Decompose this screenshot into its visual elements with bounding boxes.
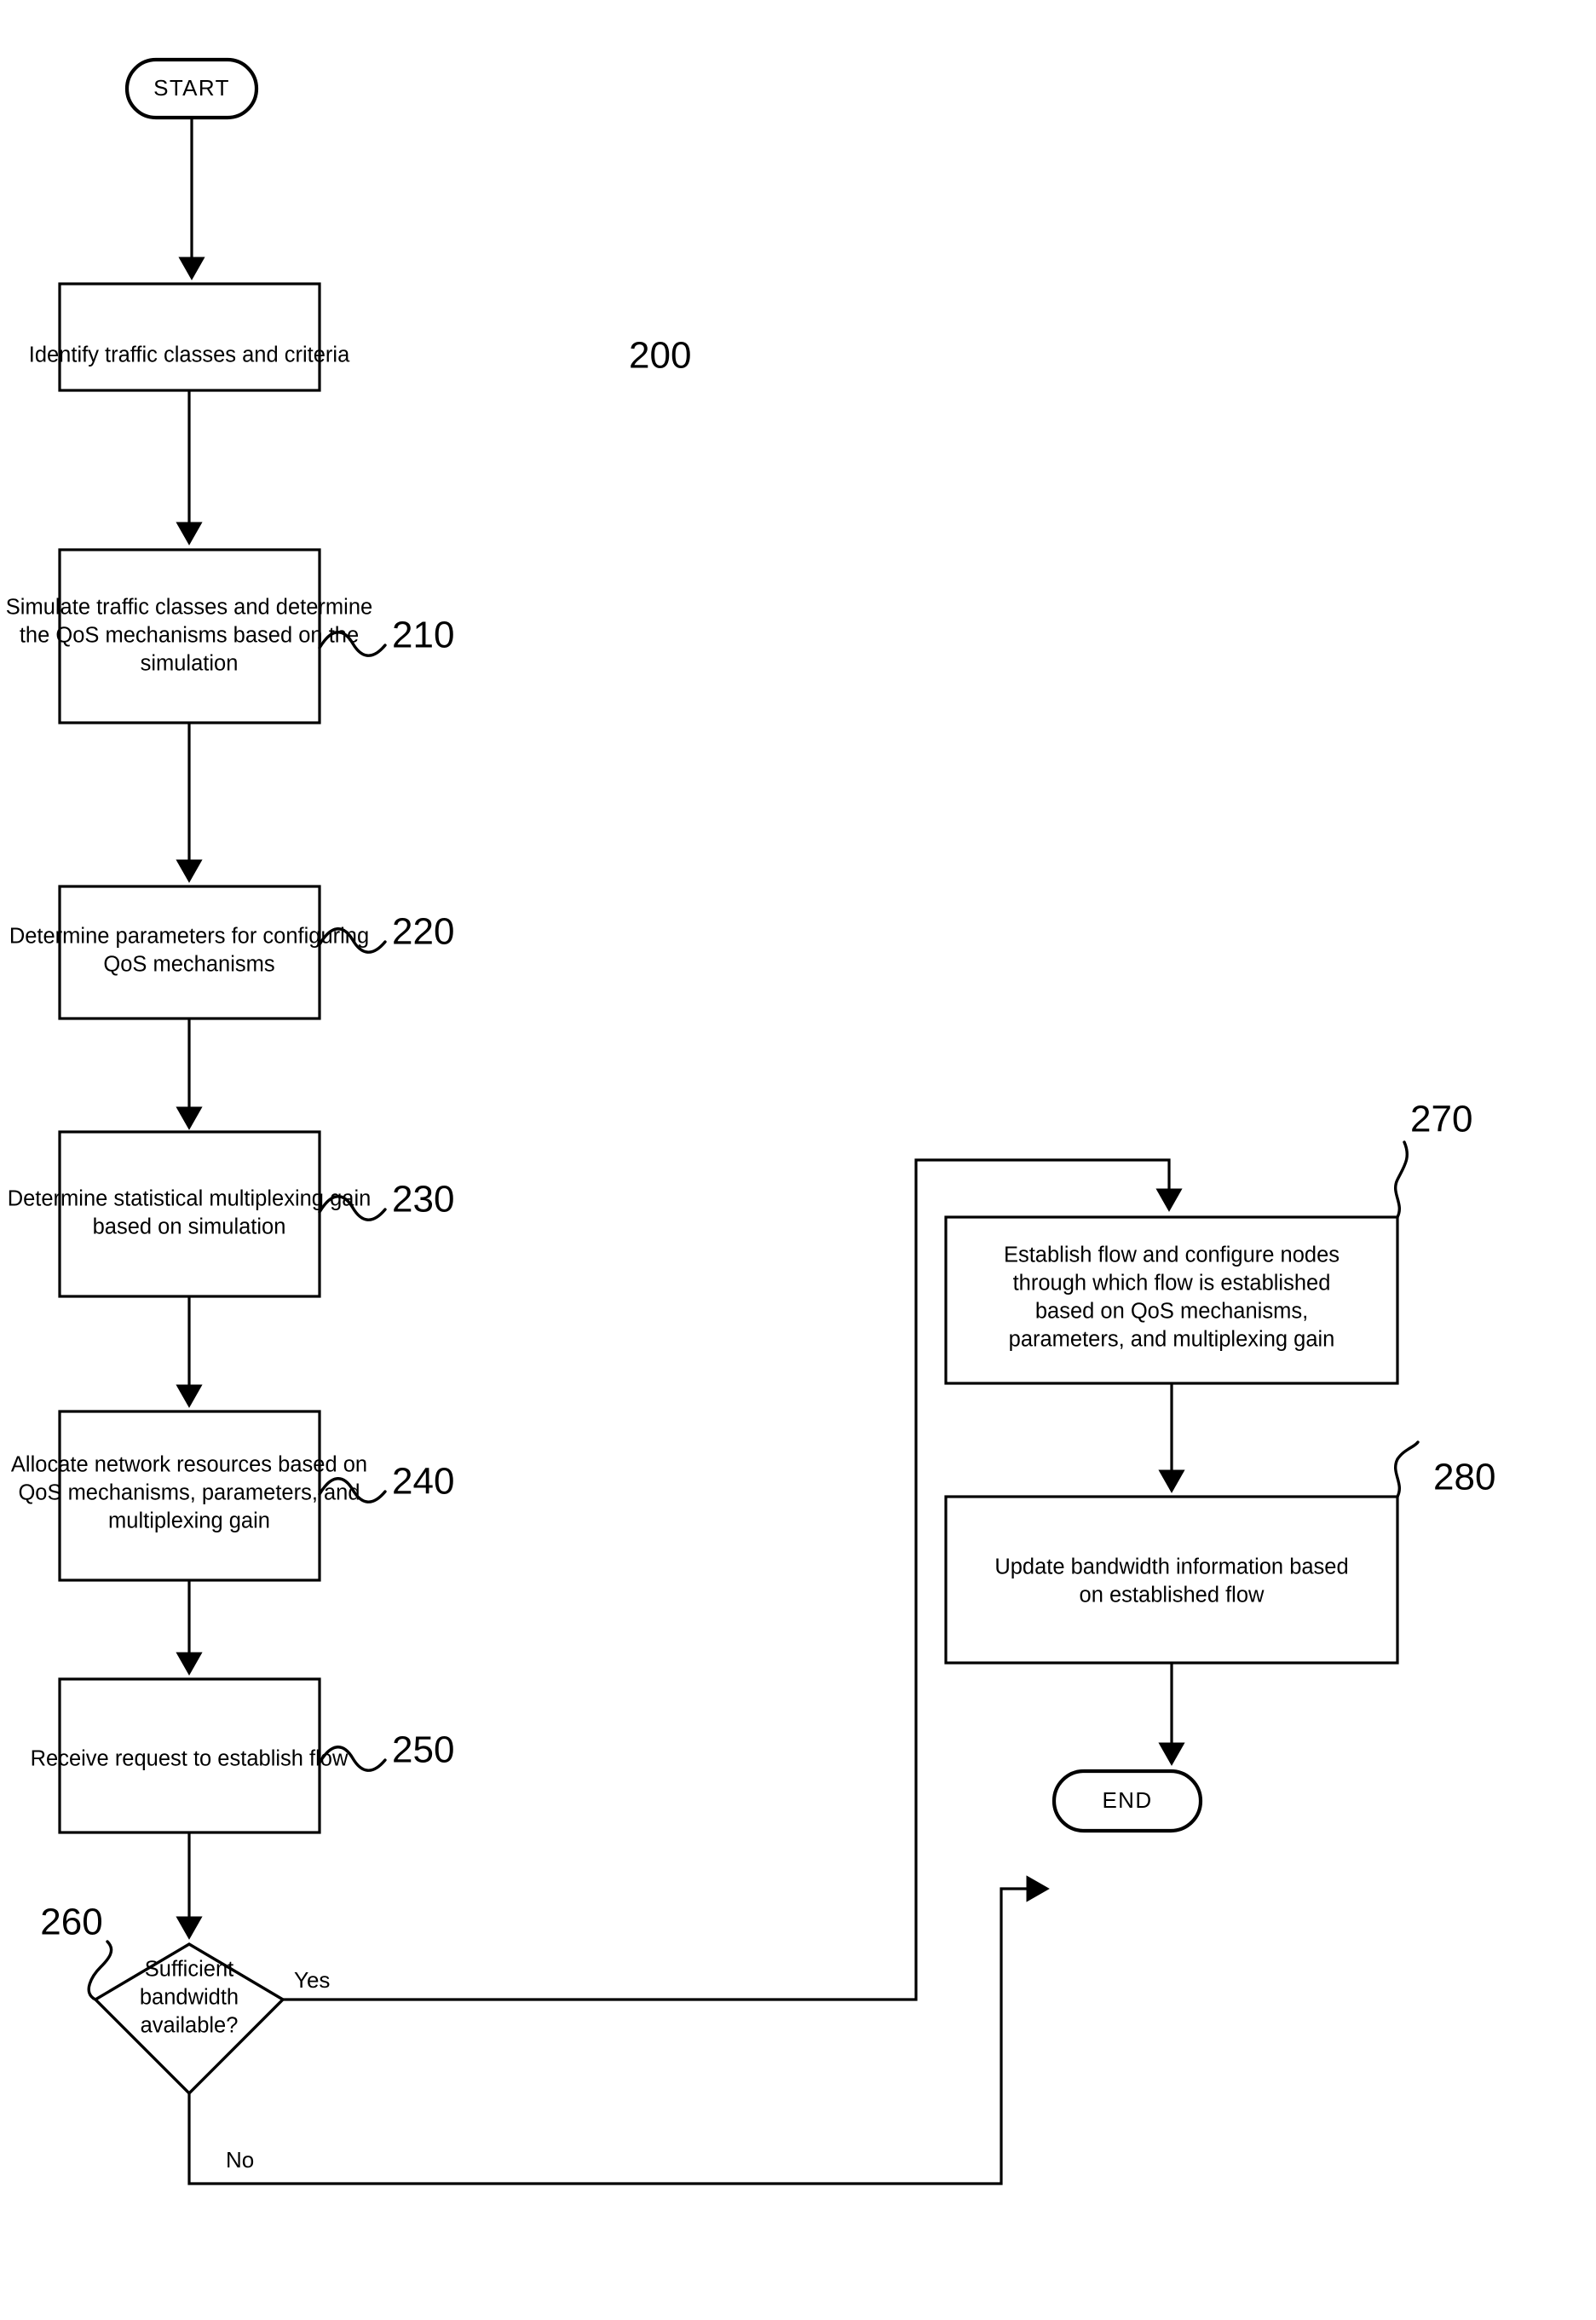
process-box-240: Allocate network resources based on QoS … [11, 1410, 367, 1582]
box-200-shape [58, 282, 321, 392]
box-200-line-0: Identify traffic classes and criteria [29, 343, 350, 367]
process-box-230: Determine statistical multiplexing gain … [8, 1130, 372, 1298]
leader-squiggle-270 [1394, 1140, 1409, 1219]
box-270-line-2: based on QoS mechanisms, [1035, 1300, 1308, 1324]
box-220-line-1: QoS mechanisms [103, 953, 274, 977]
box-280-shape [944, 1495, 1399, 1665]
decision-line-0: Sufficient [145, 1958, 233, 1982]
end-label: END [1102, 1787, 1152, 1813]
box-250-line-0: Receive request to establish flow [31, 1747, 349, 1771]
box-270-line-0: Establish flow and configure nodes [1004, 1244, 1340, 1267]
box-210-line-2: simulation [141, 652, 239, 676]
box-240-line-0: Allocate network resources based on [11, 1453, 367, 1477]
process-box-220: Determine parameters for configuring QoS… [9, 885, 369, 1020]
box-240-line-1: QoS mechanisms, parameters, and [18, 1481, 360, 1505]
leader-squiggle-280 [1394, 1440, 1420, 1498]
terminator-end: END [1052, 1769, 1203, 1833]
connector-no-to-end [187, 1875, 1050, 2185]
process-box-270: Establish flow and configure nodes throu… [944, 1215, 1399, 1385]
flowchart-figure: START Identify traffic classes and crite… [0, 0, 1596, 2320]
box-210-line-0: Simulate traffic classes and determine [6, 596, 372, 620]
ref-number-280: 280 [1433, 1457, 1495, 1498]
box-230-shape [58, 1130, 321, 1298]
ref-number-200: 200 [629, 335, 691, 377]
ref-number-270: 270 [1410, 1099, 1472, 1140]
flowchart-canvas: START Identify traffic classes and crite… [6, 57, 1495, 2185]
ref-number-240: 240 [392, 1461, 454, 1503]
box-230-line-0: Determine statistical multiplexing gain [8, 1187, 372, 1211]
edge-label-no: No [226, 2147, 254, 2173]
box-280-line-0: Update bandwidth information based [994, 1555, 1348, 1579]
terminator-start: START [124, 57, 259, 120]
process-box-200: Identify traffic classes and criteria [29, 282, 350, 392]
decision-line-1: bandwidth [140, 1986, 239, 2010]
box-280-line-1: on established flow [1080, 1584, 1265, 1607]
box-240-line-2: multiplexing gain [108, 1509, 270, 1533]
decision-diamond-260: Sufficient bandwidth available? [93, 1942, 285, 2096]
ref-number-250: 250 [392, 1729, 454, 1771]
process-box-250: Receive request to establish flow [31, 1677, 349, 1834]
ref-number-230: 230 [392, 1179, 454, 1221]
box-230-line-1: based on simulation [93, 1215, 286, 1239]
box-270-line-3: parameters, and multiplexing gain [1009, 1328, 1335, 1352]
start-label: START [153, 75, 230, 101]
process-box-210: Simulate traffic classes and determine t… [6, 548, 372, 724]
box-210-line-1: the QoS mechanisms based on the [20, 624, 359, 648]
ref-number-210: 210 [392, 615, 454, 656]
process-box-280: Update bandwidth information based on es… [944, 1495, 1399, 1665]
box-220-line-0: Determine parameters for configuring [9, 925, 369, 949]
decision-line-2: available? [141, 2014, 239, 2038]
box-270-line-1: through which flow is established [1013, 1272, 1331, 1296]
ref-number-220: 220 [392, 911, 454, 953]
ref-number-260: 260 [40, 1902, 102, 1943]
edge-label-yes: Yes [294, 1967, 330, 1993]
